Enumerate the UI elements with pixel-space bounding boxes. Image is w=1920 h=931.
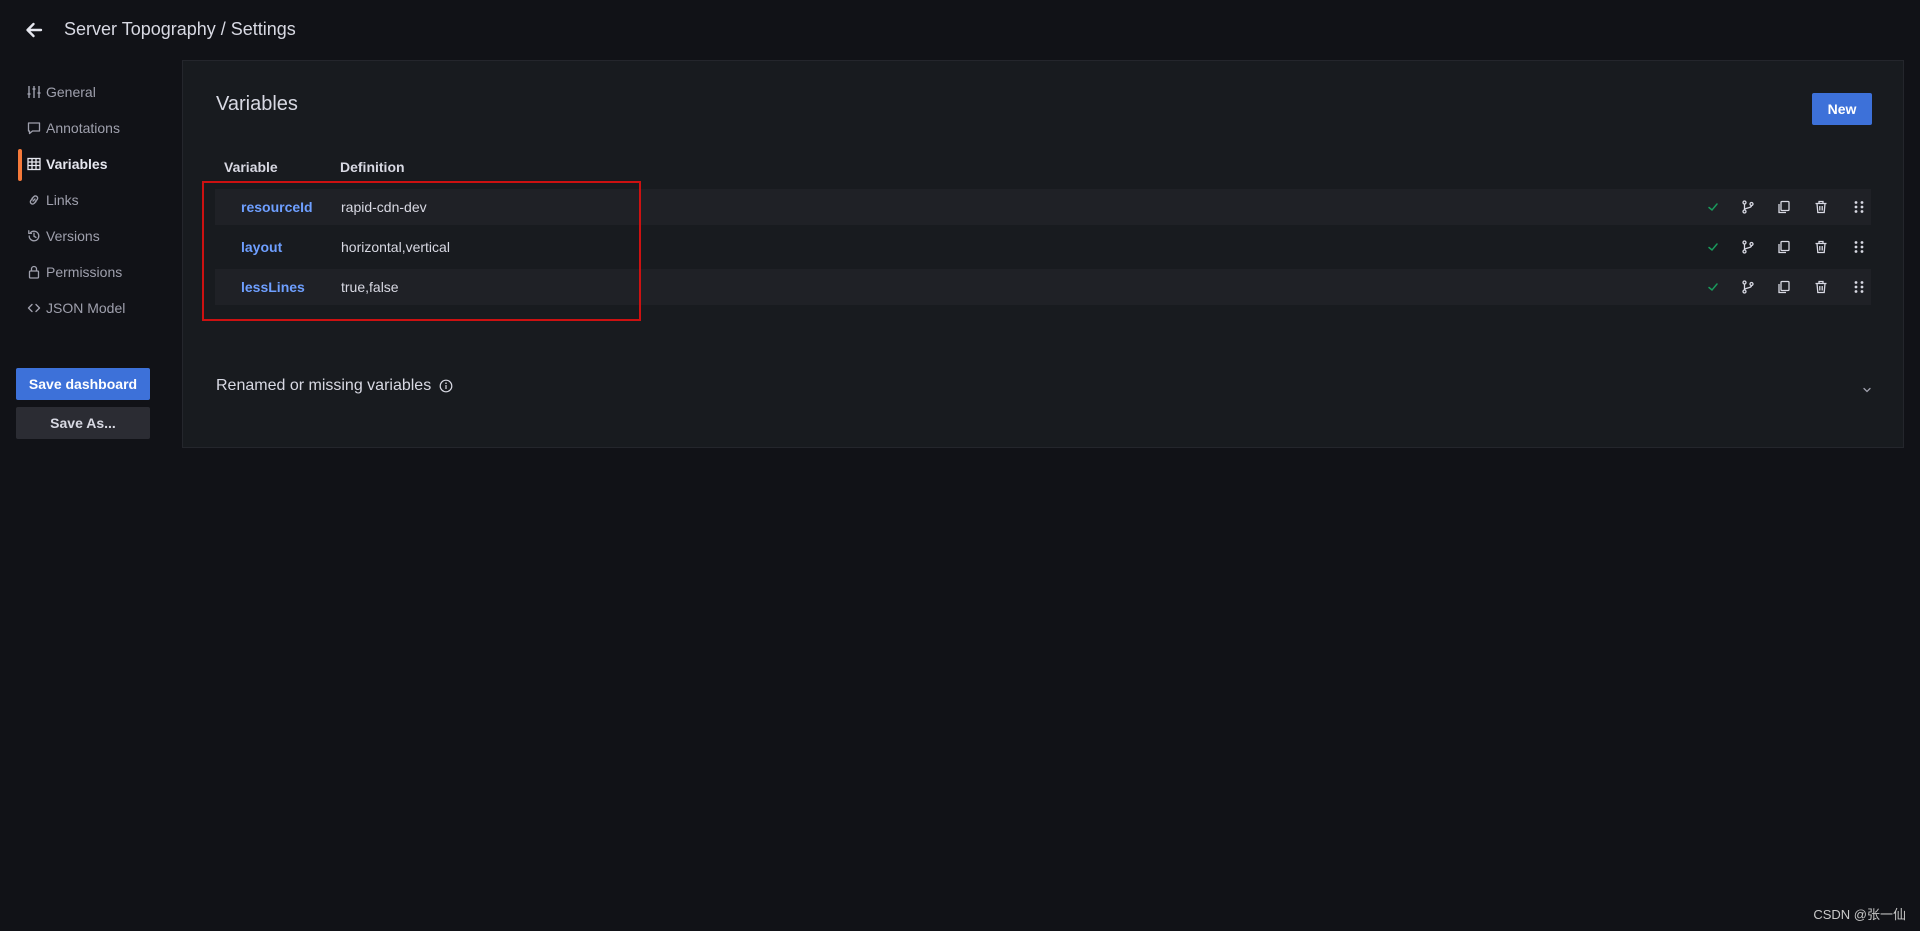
variable-name-link[interactable]: lessLines <box>241 279 305 295</box>
sidebar-item-annotations[interactable]: Annotations <box>0 110 160 146</box>
sidebar-item-general[interactable]: General <box>0 74 160 110</box>
sidebar-item-permissions[interactable]: Permissions <box>0 254 160 290</box>
drag-handle-icon[interactable] <box>1850 238 1868 256</box>
check-icon <box>1704 278 1722 296</box>
sidebar-item-label: Permissions <box>46 264 123 280</box>
page-title: Server Topography / Settings <box>64 19 296 39</box>
variable-definition: rapid-cdn-dev <box>341 199 427 215</box>
branch-icon[interactable] <box>1739 278 1757 296</box>
drag-handle-icon[interactable] <box>1850 198 1868 216</box>
variables-panel: Variables New Variable Definition resour… <box>182 60 1904 448</box>
back-arrow-icon[interactable] <box>20 16 48 44</box>
trash-icon[interactable] <box>1812 198 1830 216</box>
duplicate-icon[interactable] <box>1775 278 1793 296</box>
branch-icon[interactable] <box>1739 198 1757 216</box>
table-row: lessLines true,false <box>215 269 1871 305</box>
sliders-icon <box>26 84 42 100</box>
history-icon <box>26 228 42 244</box>
sidebar-item-variables[interactable]: Variables <box>0 146 160 182</box>
column-header-definition: Definition <box>340 159 405 175</box>
variable-definition: true,false <box>341 279 399 295</box>
watermark-text: CSDN @张一仙 <box>1813 907 1906 922</box>
check-icon <box>1704 238 1722 256</box>
sidebar-item-versions[interactable]: Versions <box>0 218 160 254</box>
comment-icon <box>26 120 42 136</box>
sidebar-item-label: General <box>46 84 96 100</box>
variable-name-link[interactable]: layout <box>241 239 282 255</box>
sidebar-item-label: Variables <box>46 156 108 172</box>
chevron-down-icon[interactable] <box>1860 383 1874 397</box>
table-icon <box>26 156 42 172</box>
sidebar-item-label: Links <box>46 192 79 208</box>
table-row: resourceId rapid-cdn-dev <box>215 189 1871 225</box>
renamed-missing-label: Renamed or missing variables <box>216 377 432 394</box>
duplicate-icon[interactable] <box>1775 198 1793 216</box>
sidebar-item-json-model[interactable]: JSON Model <box>0 290 160 326</box>
table-row: layout horizontal,vertical <box>215 229 1871 265</box>
column-header-variable: Variable <box>224 159 278 175</box>
trash-icon[interactable] <box>1812 278 1830 296</box>
section-title: Variables <box>216 93 298 115</box>
branch-icon[interactable] <box>1739 238 1757 256</box>
sidebar-item-label: Versions <box>46 228 100 244</box>
link-icon <box>26 192 42 208</box>
sidebar-item-label: Annotations <box>46 120 120 136</box>
variable-name-link[interactable]: resourceId <box>241 199 313 215</box>
settings-sidebar: General Annotations Variables Links Vers… <box>0 74 160 326</box>
duplicate-icon[interactable] <box>1775 238 1793 256</box>
trash-icon[interactable] <box>1812 238 1830 256</box>
top-bar: Server Topography / Settings <box>0 0 1920 60</box>
save-as-button[interactable]: Save As... <box>16 407 150 439</box>
info-icon[interactable] <box>439 379 453 393</box>
sidebar-item-links[interactable]: Links <box>0 182 160 218</box>
variable-definition: horizontal,vertical <box>341 239 450 255</box>
save-dashboard-button[interactable]: Save dashboard <box>16 368 150 400</box>
sidebar-item-label: JSON Model <box>46 300 126 316</box>
drag-handle-icon[interactable] <box>1850 278 1868 296</box>
renamed-missing-variables-toggle[interactable]: Renamed or missing variables <box>216 377 453 395</box>
new-variable-button[interactable]: New <box>1812 93 1872 125</box>
lock-icon <box>26 264 42 280</box>
code-icon <box>26 300 42 316</box>
check-icon <box>1704 198 1722 216</box>
